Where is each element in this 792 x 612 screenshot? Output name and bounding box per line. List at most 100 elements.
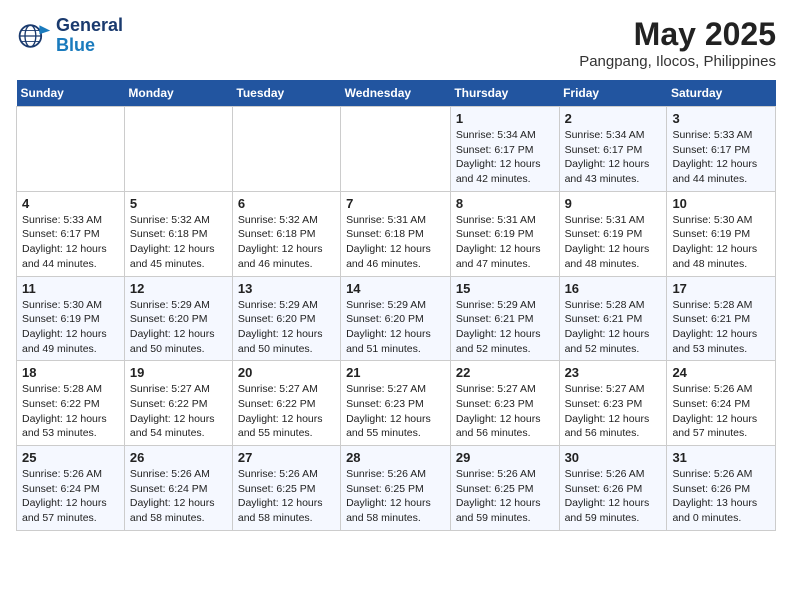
calendar-cell: 26 Sunrise: 5:26 AM Sunset: 6:24 PM Dayli… xyxy=(124,446,232,531)
day-info: Sunrise: 5:26 AM Sunset: 6:25 PM Dayligh… xyxy=(238,467,335,526)
day-info: Sunrise: 5:31 AM Sunset: 6:19 PM Dayligh… xyxy=(565,213,662,272)
logo: General Blue xyxy=(16,16,123,56)
col-header-monday: Monday xyxy=(124,80,232,107)
logo-line1: General xyxy=(56,16,123,36)
calendar-cell: 30 Sunrise: 5:26 AM Sunset: 6:26 PM Dayli… xyxy=(559,446,667,531)
day-info: Sunrise: 5:29 AM Sunset: 6:20 PM Dayligh… xyxy=(130,298,227,357)
day-info: Sunrise: 5:29 AM Sunset: 6:20 PM Dayligh… xyxy=(346,298,445,357)
calendar-cell: 10Sunrise: 5:30 AM Sunset: 6:19 PM Dayli… xyxy=(667,191,776,276)
col-header-sunday: Sunday xyxy=(17,80,125,107)
day-info: Sunrise: 5:27 AM Sunset: 6:22 PM Dayligh… xyxy=(130,382,227,441)
day-info: Sunrise: 5:26 AM Sunset: 6:25 PM Dayligh… xyxy=(456,467,554,526)
day-number: 4 xyxy=(22,196,119,211)
day-info: Sunrise: 5:30 AM Sunset: 6:19 PM Dayligh… xyxy=(672,213,770,272)
col-header-thursday: Thursday xyxy=(450,80,559,107)
day-number: 26 xyxy=(130,450,227,465)
calendar-cell: 22 Sunrise: 5:27 AM Sunset: 6:23 PM Dayli… xyxy=(450,361,559,446)
calendar-cell: 20Sunrise: 5:27 AM Sunset: 6:22 PM Dayli… xyxy=(232,361,340,446)
day-info: Sunrise: 5:28 AM Sunset: 6:21 PM Dayligh… xyxy=(672,298,770,357)
day-info: Sunrise: 5:34 AM Sunset: 6:17 PM Dayligh… xyxy=(565,128,662,187)
day-number: 1 xyxy=(456,111,554,126)
day-number: 9 xyxy=(565,196,662,211)
header-row: SundayMondayTuesdayWednesdayThursdayFrid… xyxy=(17,80,776,107)
calendar-cell: 12 Sunrise: 5:29 AM Sunset: 6:20 PM Dayli… xyxy=(124,276,232,361)
week-row-4: 18Sunrise: 5:28 AM Sunset: 6:22 PM Dayli… xyxy=(17,361,776,446)
logo-icon xyxy=(16,18,52,54)
day-number: 2 xyxy=(565,111,662,126)
day-number: 27 xyxy=(238,450,335,465)
calendar-cell: 7 Sunrise: 5:31 AM Sunset: 6:18 PM Daylig… xyxy=(341,191,451,276)
calendar-cell: 18Sunrise: 5:28 AM Sunset: 6:22 PM Dayli… xyxy=(17,361,125,446)
logo-text: General Blue xyxy=(56,16,123,56)
day-info: Sunrise: 5:27 AM Sunset: 6:23 PM Dayligh… xyxy=(346,382,445,441)
day-number: 23 xyxy=(565,365,662,380)
calendar-cell: 24Sunrise: 5:26 AM Sunset: 6:24 PM Dayli… xyxy=(667,361,776,446)
week-row-1: 1 Sunrise: 5:34 AM Sunset: 6:17 PM Daylig… xyxy=(17,107,776,192)
day-number: 12 xyxy=(130,281,227,296)
calendar-cell: 25 Sunrise: 5:26 AM Sunset: 6:24 PM Dayli… xyxy=(17,446,125,531)
header: General Blue May 2025 Pangpang, Ilocos, … xyxy=(16,16,776,70)
col-header-friday: Friday xyxy=(559,80,667,107)
day-info: Sunrise: 5:26 AM Sunset: 6:24 PM Dayligh… xyxy=(130,467,227,526)
calendar-cell: 17Sunrise: 5:28 AM Sunset: 6:21 PM Dayli… xyxy=(667,276,776,361)
day-number: 6 xyxy=(238,196,335,211)
col-header-saturday: Saturday xyxy=(667,80,776,107)
day-info: Sunrise: 5:26 AM Sunset: 6:26 PM Dayligh… xyxy=(672,467,770,526)
day-number: 30 xyxy=(565,450,662,465)
day-info: Sunrise: 5:31 AM Sunset: 6:18 PM Dayligh… xyxy=(346,213,445,272)
day-info: Sunrise: 5:34 AM Sunset: 6:17 PM Dayligh… xyxy=(456,128,554,187)
calendar-cell: 23 Sunrise: 5:27 AM Sunset: 6:23 PM Dayli… xyxy=(559,361,667,446)
day-info: Sunrise: 5:27 AM Sunset: 6:22 PM Dayligh… xyxy=(238,382,335,441)
calendar-cell: 29 Sunrise: 5:26 AM Sunset: 6:25 PM Dayli… xyxy=(450,446,559,531)
calendar-cell xyxy=(341,107,451,192)
day-number: 14 xyxy=(346,281,445,296)
day-number: 19 xyxy=(130,365,227,380)
day-number: 25 xyxy=(22,450,119,465)
col-header-wednesday: Wednesday xyxy=(341,80,451,107)
day-info: Sunrise: 5:26 AM Sunset: 6:24 PM Dayligh… xyxy=(22,467,119,526)
day-info: Sunrise: 5:27 AM Sunset: 6:23 PM Dayligh… xyxy=(565,382,662,441)
calendar-cell: 14 Sunrise: 5:29 AM Sunset: 6:20 PM Dayli… xyxy=(341,276,451,361)
calendar-cell: 19 Sunrise: 5:27 AM Sunset: 6:22 PM Dayli… xyxy=(124,361,232,446)
calendar-cell: 8Sunrise: 5:31 AM Sunset: 6:19 PM Daylig… xyxy=(450,191,559,276)
week-row-3: 11Sunrise: 5:30 AM Sunset: 6:19 PM Dayli… xyxy=(17,276,776,361)
calendar-cell: 5 Sunrise: 5:32 AM Sunset: 6:18 PM Daylig… xyxy=(124,191,232,276)
day-number: 22 xyxy=(456,365,554,380)
calendar-cell: 4 Sunrise: 5:33 AM Sunset: 6:17 PM Daylig… xyxy=(17,191,125,276)
day-info: Sunrise: 5:29 AM Sunset: 6:21 PM Dayligh… xyxy=(456,298,554,357)
month-title: May 2025 xyxy=(579,16,776,53)
day-number: 31 xyxy=(672,450,770,465)
day-info: Sunrise: 5:26 AM Sunset: 6:25 PM Dayligh… xyxy=(346,467,445,526)
day-info: Sunrise: 5:33 AM Sunset: 6:17 PM Dayligh… xyxy=(22,213,119,272)
day-number: 15 xyxy=(456,281,554,296)
day-info: Sunrise: 5:30 AM Sunset: 6:19 PM Dayligh… xyxy=(22,298,119,357)
calendar-table: SundayMondayTuesdayWednesdayThursdayFrid… xyxy=(16,80,776,531)
week-row-5: 25 Sunrise: 5:26 AM Sunset: 6:24 PM Dayli… xyxy=(17,446,776,531)
col-header-tuesday: Tuesday xyxy=(232,80,340,107)
day-info: Sunrise: 5:32 AM Sunset: 6:18 PM Dayligh… xyxy=(130,213,227,272)
day-number: 13 xyxy=(238,281,335,296)
calendar-cell: 3Sunrise: 5:33 AM Sunset: 6:17 PM Daylig… xyxy=(667,107,776,192)
calendar-cell: 15 Sunrise: 5:29 AM Sunset: 6:21 PM Dayli… xyxy=(450,276,559,361)
calendar-cell: 2 Sunrise: 5:34 AM Sunset: 6:17 PM Daylig… xyxy=(559,107,667,192)
day-number: 7 xyxy=(346,196,445,211)
day-info: Sunrise: 5:28 AM Sunset: 6:21 PM Dayligh… xyxy=(565,298,662,357)
location-subtitle: Pangpang, Ilocos, Philippines xyxy=(579,53,776,70)
day-number: 28 xyxy=(346,450,445,465)
day-number: 8 xyxy=(456,196,554,211)
calendar-cell: 9 Sunrise: 5:31 AM Sunset: 6:19 PM Daylig… xyxy=(559,191,667,276)
day-info: Sunrise: 5:26 AM Sunset: 6:26 PM Dayligh… xyxy=(565,467,662,526)
calendar-cell xyxy=(124,107,232,192)
calendar-cell: 21Sunrise: 5:27 AM Sunset: 6:23 PM Dayli… xyxy=(341,361,451,446)
day-number: 29 xyxy=(456,450,554,465)
calendar-cell xyxy=(232,107,340,192)
day-number: 18 xyxy=(22,365,119,380)
calendar-cell: 16Sunrise: 5:28 AM Sunset: 6:21 PM Dayli… xyxy=(559,276,667,361)
day-info: Sunrise: 5:29 AM Sunset: 6:20 PM Dayligh… xyxy=(238,298,335,357)
day-number: 3 xyxy=(672,111,770,126)
calendar-cell: 31 Sunrise: 5:26 AM Sunset: 6:26 PM Dayli… xyxy=(667,446,776,531)
day-info: Sunrise: 5:27 AM Sunset: 6:23 PM Dayligh… xyxy=(456,382,554,441)
calendar-cell: 6Sunrise: 5:32 AM Sunset: 6:18 PM Daylig… xyxy=(232,191,340,276)
day-number: 5 xyxy=(130,196,227,211)
day-number: 24 xyxy=(672,365,770,380)
